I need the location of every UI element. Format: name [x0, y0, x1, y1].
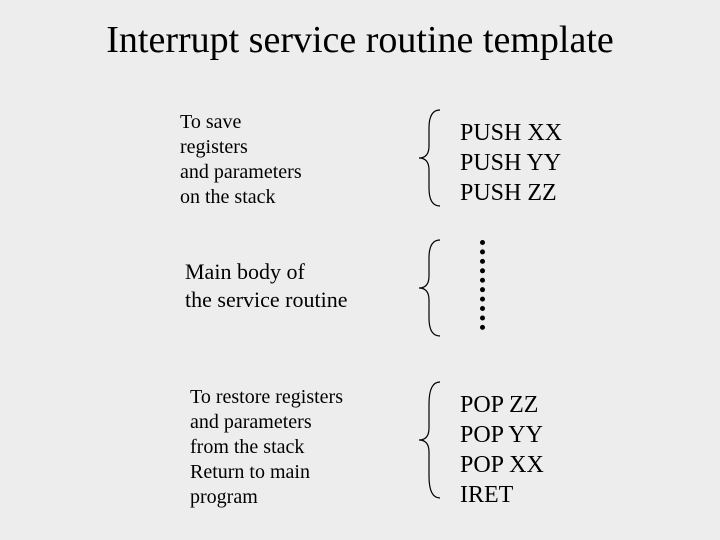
body-desc: Main body ofthe service routine — [185, 258, 348, 313]
ellipsis-icon — [480, 240, 485, 330]
slide: Interrupt service routine template To sa… — [0, 0, 720, 540]
brace-icon — [415, 108, 445, 208]
brace-icon — [415, 380, 445, 500]
brace-icon — [415, 238, 445, 338]
save-code: PUSH XXPUSH YYPUSH ZZ — [460, 118, 562, 208]
slide-title: Interrupt service routine template — [0, 18, 720, 62]
restore-code: POP ZZPOP YYPOP XXIRET — [460, 390, 544, 510]
save-desc: To saveregistersand parameterson the sta… — [180, 110, 302, 210]
restore-desc: To restore registersand parametersfrom t… — [190, 385, 343, 510]
